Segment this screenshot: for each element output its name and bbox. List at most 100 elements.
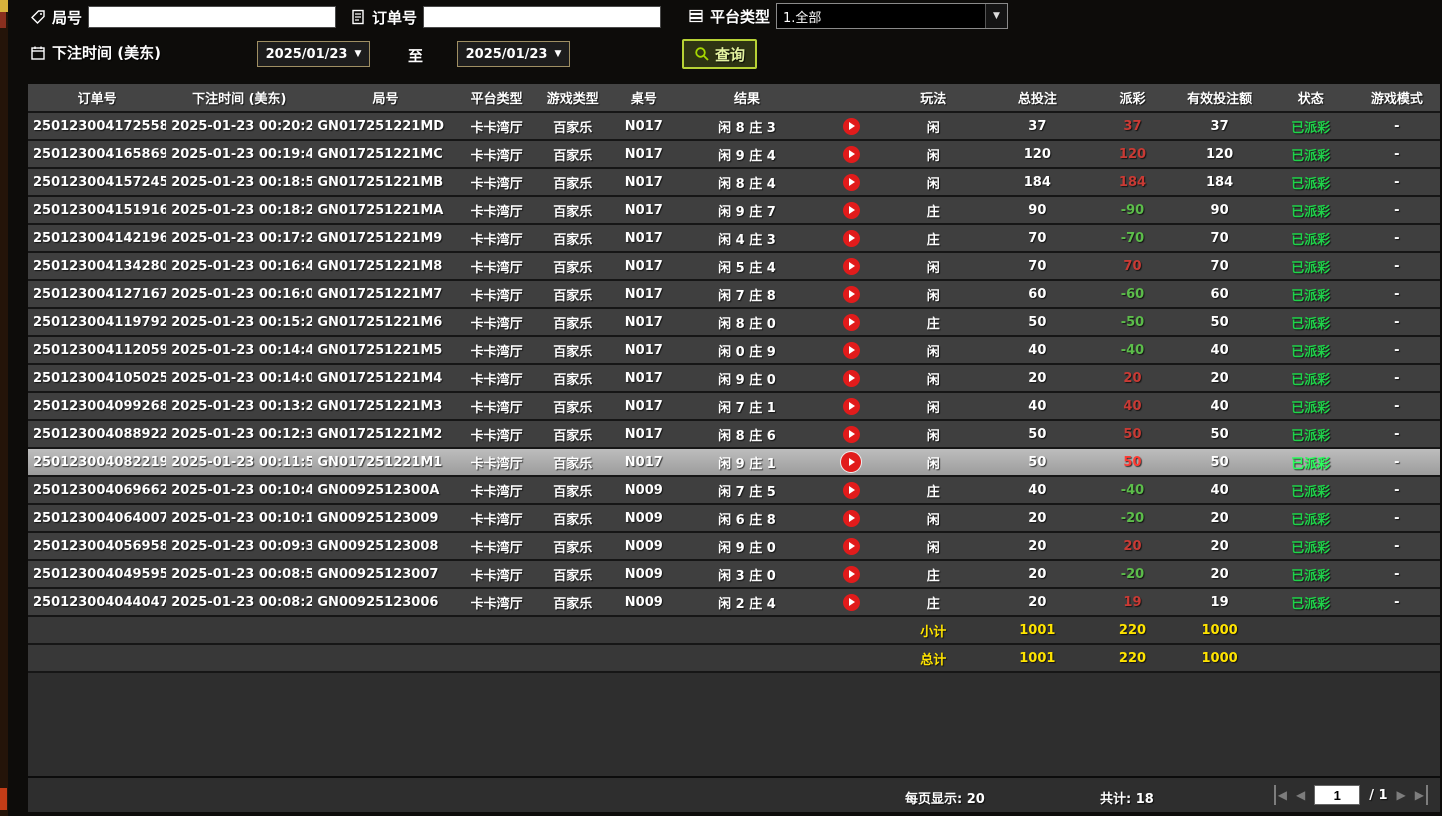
cell-play: 闲: [885, 168, 981, 196]
cell-status: 已派彩: [1268, 140, 1354, 168]
cell-status: 已派彩: [1268, 392, 1354, 420]
cell-order: 250123004157245: [28, 168, 166, 196]
table-row[interactable]: 2501230041658692025-01-23 00:19:43GN0172…: [28, 140, 1440, 168]
cell-valid_bet: 70: [1172, 224, 1268, 252]
table-row[interactable]: 2501230040569582025-01-23 00:09:30GN0092…: [28, 532, 1440, 560]
table-row[interactable]: 2501230041197922025-01-23 00:15:24GN0172…: [28, 308, 1440, 336]
cell-time: 2025-01-23 00:18:55: [166, 168, 312, 196]
column-header: 有效投注额: [1172, 84, 1268, 112]
order-input[interactable]: [423, 6, 661, 28]
table-row[interactable]: 2501230041120592025-01-23 00:14:40GN0172…: [28, 336, 1440, 364]
cell-valid_bet: 50: [1172, 308, 1268, 336]
table-row[interactable]: 2501230041342802025-01-23 00:16:47GN0172…: [28, 252, 1440, 280]
table-row[interactable]: 2501230040440472025-01-23 00:08:21GN0092…: [28, 588, 1440, 616]
replay-video-button[interactable]: [843, 594, 860, 611]
bet-time-filter-label: 下注时间 (美东): [30, 42, 161, 63]
cell-table_no: N017: [611, 364, 677, 392]
cell-play: 庄: [885, 476, 981, 504]
table-row[interactable]: 2501230041519162025-01-23 00:18:23GN0172…: [28, 196, 1440, 224]
cell-result: 闲 7 庄 8: [677, 280, 817, 308]
platform-select[interactable]: 1.全部 ▼: [776, 3, 1008, 29]
round-input[interactable]: [88, 6, 336, 28]
replay-video-button[interactable]: [843, 202, 860, 219]
cell-platform: 卡卡湾厅: [459, 280, 535, 308]
table-row[interactable]: 2501230041725582025-01-23 00:20:23GN0172…: [28, 112, 1440, 140]
replay-cell: [817, 588, 885, 616]
first-page-button[interactable]: ◀: [1274, 785, 1287, 805]
replay-cell: [817, 168, 885, 196]
cell-status: 已派彩: [1268, 420, 1354, 448]
summary-spacer: [28, 644, 885, 672]
replay-video-button[interactable]: [843, 118, 860, 135]
replay-video-button[interactable]: [843, 174, 860, 191]
cell-valid_bet: 40: [1172, 336, 1268, 364]
table-row[interactable]: 2501230040696622025-01-23 00:10:45GN0092…: [28, 476, 1440, 504]
replay-video-button[interactable]: [843, 314, 860, 331]
replay-video-button[interactable]: [843, 482, 860, 499]
last-page-button[interactable]: ▶: [1415, 785, 1428, 805]
page-input[interactable]: [1314, 785, 1360, 805]
table-row[interactable]: 2501230040889222025-01-23 00:12:31GN0172…: [28, 420, 1440, 448]
cell-play: 庄: [885, 588, 981, 616]
cell-result: 闲 2 庄 4: [677, 588, 817, 616]
cell-platform: 卡卡湾厅: [459, 252, 535, 280]
table-row[interactable]: 2501230040640072025-01-23 00:10:13GN0092…: [28, 504, 1440, 532]
cell-total_bet: 50: [981, 448, 1093, 476]
table-row[interactable]: 2501230041421962025-01-23 00:17:29GN0172…: [28, 224, 1440, 252]
cell-table_no: N017: [611, 140, 677, 168]
cell-order: 250123004044047: [28, 588, 166, 616]
table-row[interactable]: 2501230041050252025-01-23 00:14:00GN0172…: [28, 364, 1440, 392]
replay-video-button[interactable]: [843, 342, 860, 359]
replay-video-button[interactable]: [843, 258, 860, 275]
cell-total_bet: 60: [981, 280, 1093, 308]
replay-video-button[interactable]: [843, 146, 860, 163]
cell-order: 250123004099268: [28, 392, 166, 420]
cell-result: 闲 6 庄 8: [677, 504, 817, 532]
table-row[interactable]: 2501230040822192025-01-23 00:11:54GN0172…: [28, 448, 1440, 476]
cell-order: 250123004056958: [28, 532, 166, 560]
cell-play: 闲: [885, 280, 981, 308]
column-header: 桌号: [611, 84, 677, 112]
prev-page-button[interactable]: ◀: [1296, 785, 1305, 805]
cell-round: GN00925123007: [312, 560, 458, 588]
search-button[interactable]: 查询: [682, 39, 757, 69]
cell-table_no: N017: [611, 280, 677, 308]
cell-payout: 20: [1093, 364, 1171, 392]
cell-result: 闲 8 庄 3: [677, 112, 817, 140]
left-edge-artifact: [0, 0, 8, 816]
platform-selected-value: 1.全部: [777, 7, 985, 26]
cell-mode: -: [1354, 504, 1440, 532]
table-row[interactable]: 2501230040992682025-01-23 00:13:27GN0172…: [28, 392, 1440, 420]
cell-game: 百家乐: [535, 364, 611, 392]
table-row[interactable]: 2501230041271672025-01-23 00:16:06GN0172…: [28, 280, 1440, 308]
cell-game: 百家乐: [535, 476, 611, 504]
cell-play: 闲: [885, 252, 981, 280]
table-row[interactable]: 2501230040495952025-01-23 00:08:50GN0092…: [28, 560, 1440, 588]
replay-video-button[interactable]: [841, 452, 861, 472]
cell-total_bet: 40: [981, 392, 1093, 420]
cell-result: 闲 9 庄 0: [677, 364, 817, 392]
cell-game: 百家乐: [535, 588, 611, 616]
date-to-picker[interactable]: 2025/01/23 ▼: [457, 41, 570, 67]
layers-icon: [688, 8, 704, 24]
replay-video-button[interactable]: [843, 398, 860, 415]
cell-valid_bet: 60: [1172, 280, 1268, 308]
cell-payout: -50: [1093, 308, 1171, 336]
replay-video-button[interactable]: [843, 286, 860, 303]
replay-video-button[interactable]: [843, 566, 860, 583]
cell-table_no: N017: [611, 308, 677, 336]
date-from-picker[interactable]: 2025/01/23 ▼: [257, 41, 370, 67]
cell-order: 250123004151916: [28, 196, 166, 224]
table-row[interactable]: 2501230041572452025-01-23 00:18:55GN0172…: [28, 168, 1440, 196]
next-page-button[interactable]: ▶: [1397, 785, 1406, 805]
cell-mode: -: [1354, 588, 1440, 616]
cell-game: 百家乐: [535, 392, 611, 420]
cell-platform: 卡卡湾厅: [459, 504, 535, 532]
replay-video-button[interactable]: [843, 370, 860, 387]
cell-result: 闲 9 庄 1: [677, 448, 817, 476]
replay-video-button[interactable]: [843, 510, 860, 527]
cell-valid_bet: 184: [1172, 168, 1268, 196]
replay-video-button[interactable]: [843, 426, 860, 443]
replay-video-button[interactable]: [843, 230, 860, 247]
replay-video-button[interactable]: [843, 538, 860, 555]
